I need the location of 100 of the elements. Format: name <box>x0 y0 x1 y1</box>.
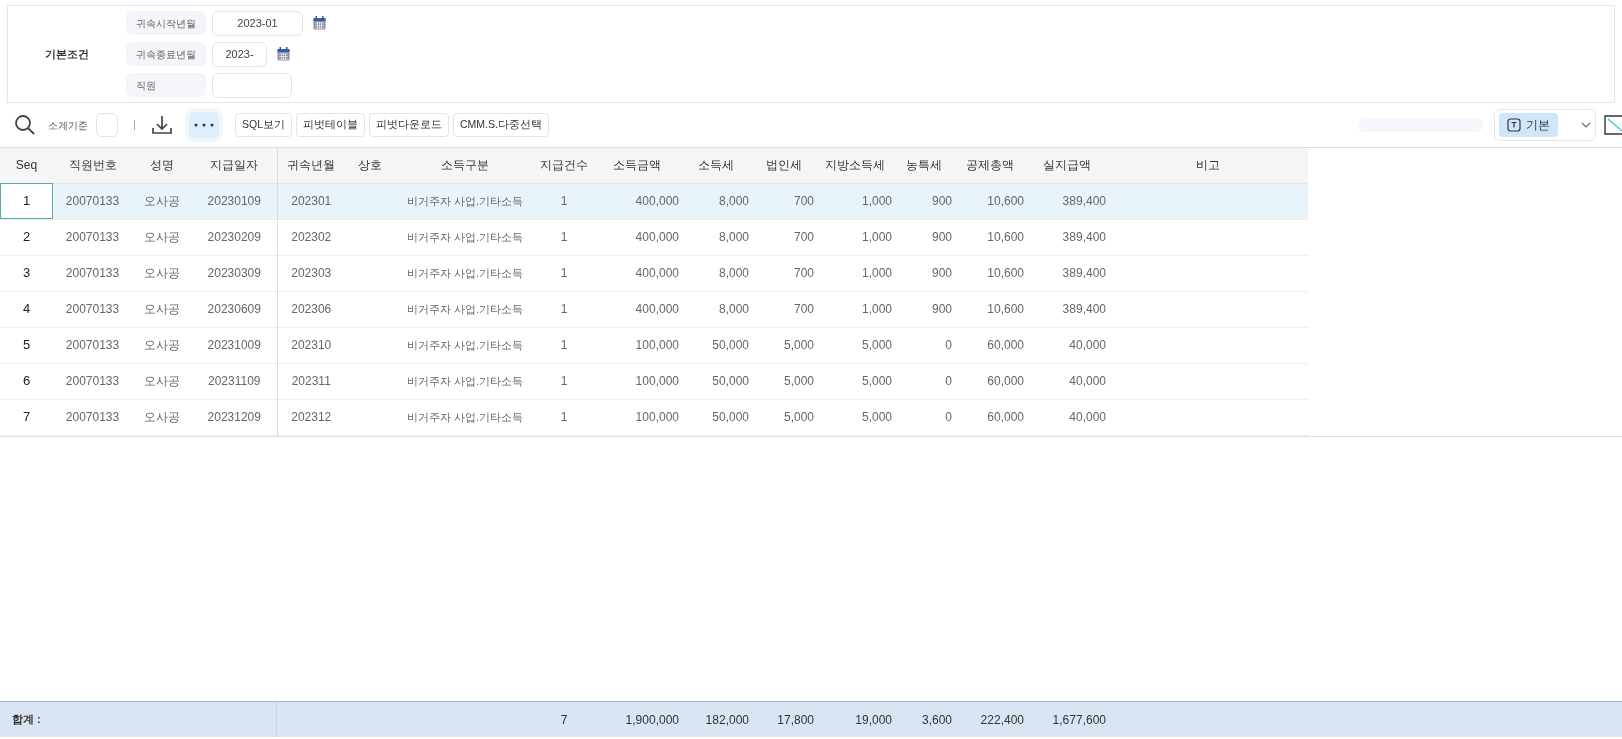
table-cell: 20070133 <box>53 291 132 327</box>
column-header[interactable]: 상호 <box>345 148 395 183</box>
table-cell: 20230609 <box>192 291 277 327</box>
table-cell: 202312 <box>277 399 345 435</box>
total-value: 1,677,600 <box>1052 712 1106 727</box>
column-header[interactable]: 소득구분 <box>395 148 535 183</box>
table-cell: 20231109 <box>192 363 277 399</box>
total-value: 17,800 <box>777 712 814 727</box>
table-cell: 389,400 <box>1026 255 1108 291</box>
table-cell: 4 <box>0 291 53 327</box>
table-cell: 비거주자 사업.기타소득 <box>395 327 535 363</box>
table-cell: 60,000 <box>954 327 1026 363</box>
column-header[interactable]: 실지급액 <box>1026 148 1108 183</box>
table-cell: 1,000 <box>816 291 894 327</box>
table-cell: 7 <box>0 399 53 435</box>
input-field[interactable]: 2023- <box>212 41 267 67</box>
table-cell: 0 <box>894 399 954 435</box>
input-field[interactable] <box>212 72 292 98</box>
column-header[interactable]: 소득금액 <box>593 148 681 183</box>
view-select[interactable]: 기본 <box>1494 109 1596 141</box>
column-header[interactable]: 비고 <box>1108 148 1308 183</box>
column-header[interactable]: Seq <box>0 148 53 183</box>
total-value: 182,000 <box>705 712 749 727</box>
table-cell: 389,400 <box>1026 183 1108 219</box>
table-cell: 400,000 <box>593 183 681 219</box>
subtotal-checkbox[interactable] <box>96 113 118 137</box>
table-cell: 400,000 <box>593 255 681 291</box>
table-cell: 오사공 <box>132 255 192 291</box>
table-cell: 5,000 <box>751 399 816 435</box>
column-header[interactable]: 지급일자 <box>192 148 277 183</box>
table-cell: 20230109 <box>192 183 277 219</box>
toolbar-button[interactable]: CMM.S.다중선택 <box>453 113 549 137</box>
table-cell: 20070133 <box>53 183 132 219</box>
table-cell: 5,000 <box>816 399 894 435</box>
table-cell: 389,400 <box>1026 219 1108 255</box>
column-header[interactable]: 공제총액 <box>954 148 1026 183</box>
table-cell: 5 <box>0 327 53 363</box>
table-cell: 1 <box>535 291 593 327</box>
calendar-icon[interactable] <box>277 47 290 61</box>
table-cell: 202306 <box>277 291 345 327</box>
calendar-icon[interactable] <box>313 16 326 30</box>
total-value: 3,600 <box>921 712 952 727</box>
table-cell: 202303 <box>277 255 345 291</box>
table-cell: 20070133 <box>53 363 132 399</box>
column-header[interactable]: 농특세 <box>894 148 954 183</box>
filter-group-title: 기본조건 <box>45 46 89 62</box>
table-cell: 900 <box>894 255 954 291</box>
table-cell: 20231209 <box>192 399 277 435</box>
expand-icon[interactable] <box>1604 115 1622 135</box>
toolbar-button[interactable]: 피벗다운로드 <box>369 113 449 137</box>
total-value: 19,000 <box>855 712 892 727</box>
table-cell: 6 <box>0 363 53 399</box>
download-icon[interactable] <box>151 114 173 136</box>
table-cell: 700 <box>751 219 816 255</box>
table-cell: 8,000 <box>681 183 751 219</box>
table-cell: 20070133 <box>53 219 132 255</box>
table-cell: 900 <box>894 291 954 327</box>
column-header[interactable]: 직원번호 <box>53 148 132 183</box>
table-cell: 오사공 <box>132 291 192 327</box>
table-cell: 1 <box>535 327 593 363</box>
column-header[interactable]: 지방소득세 <box>816 148 894 183</box>
toolbar-button[interactable]: 피벗테이블 <box>296 113 365 137</box>
table-cell: 오사공 <box>132 399 192 435</box>
subtotal-label: 소계기준 <box>48 118 88 133</box>
table-cell: 비거주자 사업.기타소득 <box>395 255 535 291</box>
table-cell: 60,000 <box>954 399 1026 435</box>
table-cell: 5,000 <box>751 363 816 399</box>
column-header[interactable]: 소득세 <box>681 148 751 183</box>
table-cell: 비거주자 사업.기타소득 <box>395 363 535 399</box>
table-cell: 1,000 <box>816 219 894 255</box>
table-cell: 10,600 <box>954 291 1026 327</box>
table-cell: 400,000 <box>593 219 681 255</box>
table-cell: 40,000 <box>1026 363 1108 399</box>
column-header[interactable]: 귀속년월 <box>277 148 345 183</box>
table-cell: 5,000 <box>816 363 894 399</box>
table-cell: 1,000 <box>816 183 894 219</box>
toolbar-button[interactable]: SQL보기 <box>235 113 292 137</box>
table-cell: 202311 <box>277 363 345 399</box>
table-cell: 1 <box>535 219 593 255</box>
table-cell: 20070133 <box>53 327 132 363</box>
field-label: 귀속종료년월 <box>126 42 206 66</box>
table-cell: 202302 <box>277 219 345 255</box>
table-cell: 20070133 <box>53 399 132 435</box>
table-cell: 10,600 <box>954 183 1026 219</box>
table-cell: 비거주자 사업.기타소득 <box>395 183 535 219</box>
table-cell: 1 <box>535 255 593 291</box>
total-value: 222,400 <box>980 712 1024 727</box>
table-cell: 100,000 <box>593 399 681 435</box>
table-cell: 20231009 <box>192 327 277 363</box>
column-header[interactable]: 성명 <box>132 148 192 183</box>
table-cell: 오사공 <box>132 327 192 363</box>
column-header[interactable]: 지급건수 <box>535 148 593 183</box>
table-cell: 비거주자 사업.기타소득 <box>395 219 535 255</box>
view-select-value: 기본 <box>1526 117 1550 134</box>
text-icon <box>1507 118 1521 132</box>
input-field[interactable]: 2023-01 <box>212 10 303 36</box>
search-icon[interactable] <box>14 114 36 136</box>
table-cell: 700 <box>751 291 816 327</box>
column-header[interactable]: 법인세 <box>751 148 816 183</box>
table-cell: 900 <box>894 183 954 219</box>
